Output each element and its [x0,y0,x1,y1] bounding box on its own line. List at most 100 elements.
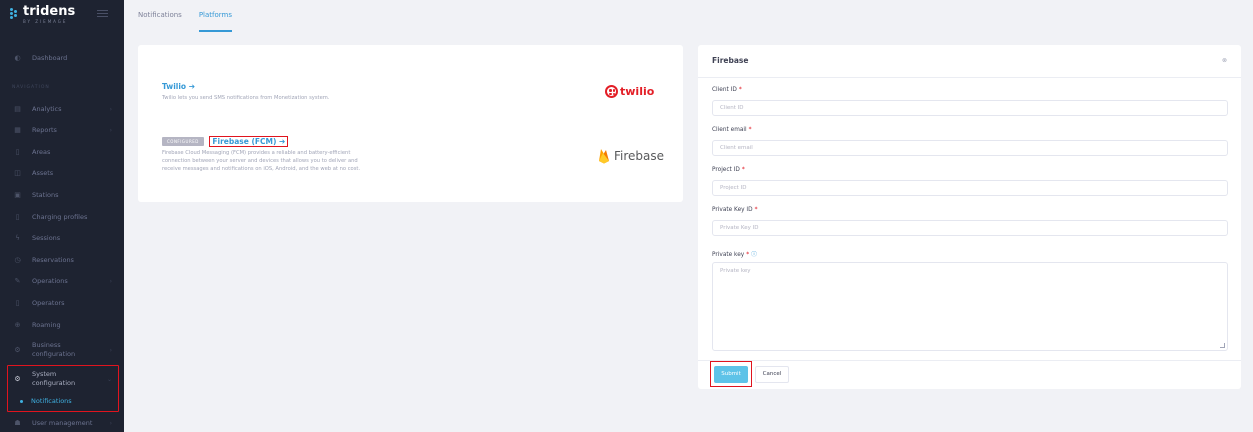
firebase-logo: Firebase [598,148,664,164]
resize-handle-icon[interactable] [1220,343,1225,348]
menu-toggle-icon[interactable] [97,10,108,17]
label-text: Project ID [712,167,740,173]
label-text: Client ID [712,87,737,93]
label-text: Private key [712,252,745,258]
areas-icon: ▯ [15,148,20,156]
firebase-platform-row: CONFIGURED Firebase (FCM) ➔ Firebase Clo… [162,136,360,173]
sidebar-item-user-management[interactable]: ☗ User management › [0,414,124,432]
analytics-icon: ▤ [14,105,21,113]
firebase-description-line2: connection between your server and devic… [162,158,358,164]
project-id-input[interactable]: Project ID [712,180,1228,196]
brand-name: tridens [23,4,76,19]
sidebar-item-label-line2: configuration [32,350,76,358]
divider [698,360,1241,361]
sidebar-item-roaming[interactable]: ⊕ Roaming [0,316,124,334]
info-icon[interactable]: ⓘ [751,252,757,258]
sidebar-item-reports[interactable]: ▦ Reports › [0,121,124,139]
form-title: Firebase [712,56,749,65]
client-id-label: Client ID * [712,87,742,93]
sidebar-item-reservations[interactable]: ◷ Reservations [0,251,124,269]
dashboard-icon: ◐ [14,54,21,62]
client-email-input[interactable]: Client email [712,140,1228,156]
sidebar-item-operations[interactable]: ✎ Operations › [0,272,124,290]
sidebar-item-label: Business configuration [32,341,75,359]
sidebar-item-label: Sessions [32,234,61,242]
stations-icon: ▣ [14,191,21,199]
sidebar-item-analytics[interactable]: ▤ Analytics › [0,100,124,118]
tab-bar: Notifications Platforms [138,0,249,34]
charging-profiles-icon: ▯ [15,213,20,221]
required-mark: * [741,167,745,173]
operators-icon: ▯ [15,299,20,307]
required-mark: * [748,127,752,133]
close-icon[interactable]: ⊗ [1222,57,1227,64]
private-key-label: Private key * ⓘ [712,249,757,258]
sidebar-item-dashboard[interactable]: ◐ Dashboard [0,49,124,67]
submit-button[interactable]: Submit [714,366,748,383]
firebase-description: Firebase Cloud Messaging (FCM) provides … [162,149,360,173]
sidebar-item-label: Areas [32,148,51,156]
chevron-right-icon: › [109,126,112,134]
sidebar: tridens BY ZIEMAGE ◐ Dashboard NAVIGATIO… [0,0,124,432]
firebase-description-line3: receive messages and notifications on iO… [162,166,361,172]
sidebar-item-label: Operations [32,277,68,285]
firebase-form-panel: Firebase ⊗ Client ID * Client ID Client e… [698,45,1241,389]
sidebar-item-label: Analytics [32,105,62,113]
sidebar-item-label: Dashboard [32,54,68,62]
sidebar-item-business-configuration[interactable]: ⚙ Business configuration › [0,339,124,361]
required-mark: * [738,87,742,93]
label-text: Private Key ID [712,207,753,213]
divider [698,77,1241,78]
sidebar-item-assets[interactable]: ◫ Assets [0,164,124,182]
sidebar-item-label: Reservations [32,256,74,264]
assets-icon: ◫ [14,169,21,177]
project-id-label: Project ID * [712,167,745,173]
firebase-fcm-link[interactable]: Firebase (FCM) ➔ [209,136,289,147]
chevron-right-icon: › [109,277,112,285]
sidebar-item-label: Stations [32,191,59,199]
firebase-flame-icon [599,149,609,164]
required-mark: * [754,207,758,213]
reports-icon: ▦ [14,126,21,134]
twilio-logo-icon [605,85,618,98]
textarea-placeholder: Private key [720,268,751,274]
twilio-logo-text: twilio [620,85,655,98]
twilio-description: Twilio lets you send SMS notifications f… [162,95,330,101]
twilio-logo: twilio [605,85,654,98]
sidebar-item-charging-profiles[interactable]: ▯ Charging profiles [0,208,124,226]
sidebar-section-title: NAVIGATION [12,85,50,90]
configured-badge: CONFIGURED [162,137,204,146]
private-key-textarea[interactable]: Private key [712,262,1228,351]
sidebar-item-sessions[interactable]: ϟ Sessions [0,229,124,247]
sidebar-item-label: Operators [32,299,65,307]
operations-icon: ✎ [14,277,21,285]
private-key-id-label: Private Key ID * [712,207,757,213]
sessions-icon: ϟ [15,234,20,242]
sidebar-item-label-line1: Business [32,341,61,349]
twilio-platform-row: Twilio ➔ Twilio lets you send SMS notifi… [162,82,329,102]
chevron-right-icon: › [109,346,112,354]
chevron-right-icon: › [109,419,112,427]
tab-platforms[interactable]: Platforms [198,0,233,34]
sidebar-item-label: Charging profiles [32,213,88,221]
highlight-box-system-configuration [7,365,119,412]
twilio-link[interactable]: Twilio ➔ [162,82,329,91]
brand-logo[interactable]: tridens BY ZIEMAGE [10,5,75,24]
private-key-id-input[interactable]: Private Key ID [712,220,1228,236]
sidebar-item-stations[interactable]: ▣ Stations [0,186,124,204]
label-text: Client email [712,127,747,133]
client-email-label: Client email * [712,127,752,133]
tab-notifications[interactable]: Notifications [138,0,182,34]
sidebar-item-areas[interactable]: ▯ Areas [0,143,124,161]
firebase-logo-text: Firebase [614,149,665,163]
platforms-card: Twilio ➔ Twilio lets you send SMS notifi… [138,45,683,202]
sidebar-item-label: Assets [32,169,54,177]
user-management-icon: ☗ [14,419,21,427]
client-id-input[interactable]: Client ID [712,100,1228,116]
sidebar-item-label: Reports [32,126,57,134]
logo-mark-icon [10,8,20,20]
cancel-button[interactable]: Cancel [755,366,789,383]
sidebar-item-label: Roaming [32,321,61,329]
sidebar-item-operators[interactable]: ▯ Operators [0,294,124,312]
firebase-description-line1: Firebase Cloud Messaging (FCM) provides … [162,150,351,156]
